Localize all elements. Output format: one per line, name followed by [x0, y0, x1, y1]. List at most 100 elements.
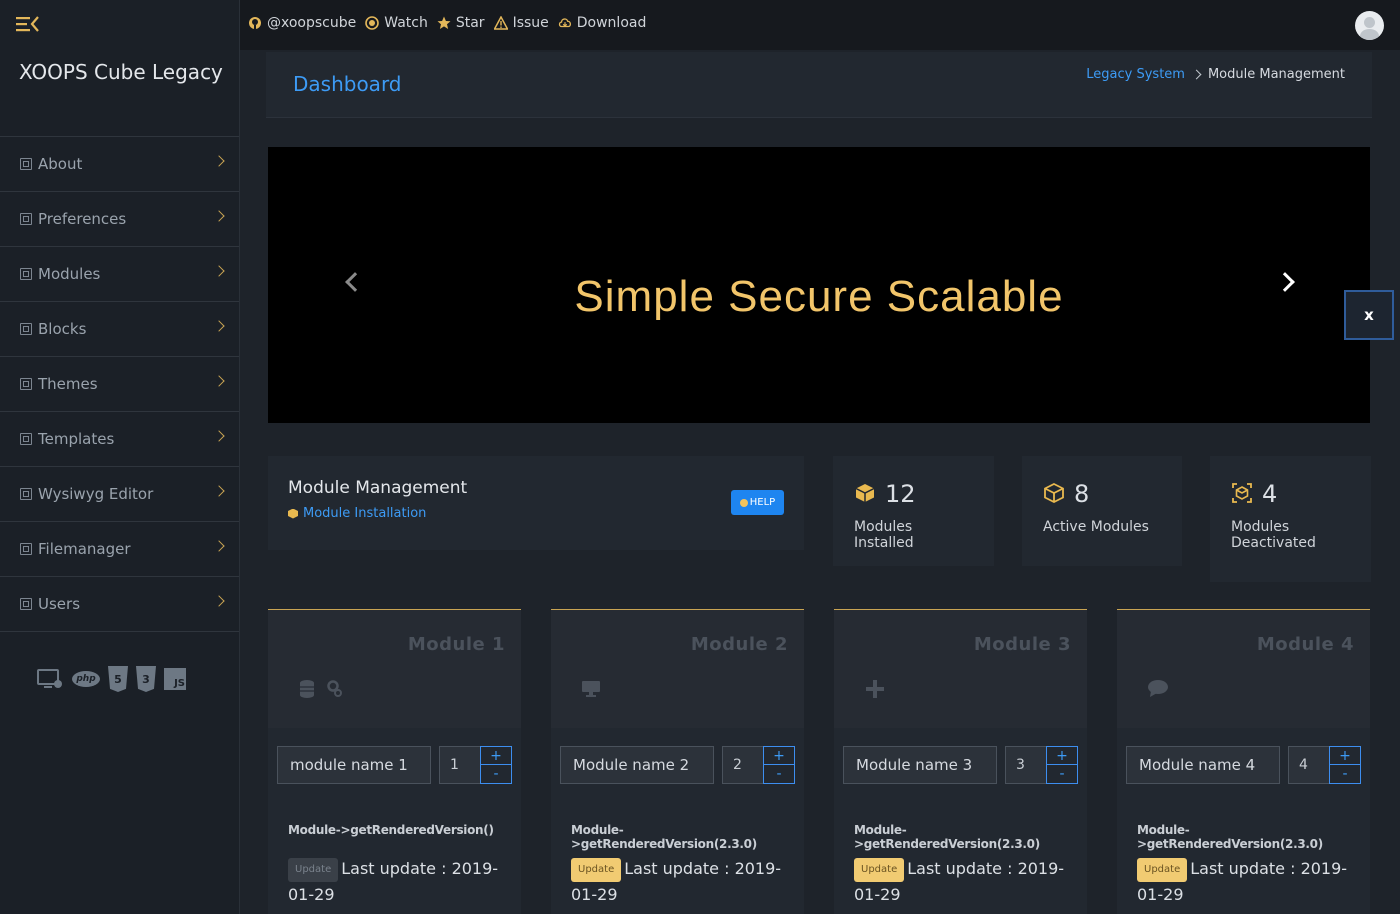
sidebar-item-modules[interactable]: Modules — [0, 247, 239, 302]
management-title: Module Management — [288, 478, 468, 498]
download-label: Download — [576, 15, 647, 31]
module-name-input[interactable]: Module name 2 — [560, 746, 714, 784]
module-card-header: Module 1 — [268, 610, 521, 728]
update-badge[interactable]: Update — [571, 857, 622, 882]
update-badge[interactable]: Update — [288, 857, 339, 882]
sidebar-item-label: Templates — [38, 430, 115, 448]
github-icon — [249, 17, 261, 29]
weight-stepper: + - — [1329, 746, 1361, 784]
module-name-input[interactable]: Module name 4 — [1126, 746, 1280, 784]
increment-button[interactable]: + — [481, 747, 511, 765]
decrement-button[interactable]: - — [481, 765, 511, 783]
increment-button[interactable]: + — [1047, 747, 1077, 765]
decrement-button[interactable]: - — [1330, 765, 1360, 783]
decrement-button[interactable]: - — [764, 765, 794, 783]
javascript-icon: JS — [164, 668, 186, 690]
stat-modules-deactivated: 4 Modules Deactivated — [1210, 456, 1371, 582]
module-weight-input[interactable]: 1 — [439, 746, 481, 784]
star-icon — [437, 16, 451, 29]
topbar: @xoopscube Watch Star Issue Download — [240, 0, 1400, 50]
module-weight-input[interactable]: 3 — [1005, 746, 1047, 784]
watch-label: Watch — [384, 15, 428, 31]
sidebar-item-label: Filemanager — [38, 540, 131, 558]
desktop-settings-icon — [37, 669, 62, 688]
module-card-header: Module 2 — [551, 610, 804, 728]
weight-stepper: + - — [763, 746, 795, 784]
brand-title[interactable]: XOOPS Cube Legacy — [19, 60, 223, 84]
module-last-update: Update Last update : 2019-01-29 — [571, 856, 791, 907]
module-weight-input[interactable]: 2 — [722, 746, 764, 784]
stat-label: Modules Deactivated — [1231, 519, 1316, 551]
sidebar-item-filemanager[interactable]: Filemanager — [0, 522, 239, 577]
sidebar-item-label: Blocks — [38, 320, 87, 338]
menu-square-icon — [20, 213, 32, 225]
sidebar-item-blocks[interactable]: Blocks — [0, 302, 239, 357]
breadcrumb-current: Module Management — [1207, 67, 1345, 82]
chevron-right-icon — [213, 430, 225, 442]
module-version: Module->getRenderedVersion() — [288, 823, 494, 837]
chevron-right-icon — [213, 320, 225, 332]
chevron-right-icon — [213, 155, 225, 167]
module-title: Module 2 — [690, 634, 788, 655]
menu-square-icon — [20, 598, 32, 610]
module-card-header: Module 3 — [834, 610, 1087, 728]
sidebar-item-label: Themes — [38, 375, 98, 393]
menu-square-icon — [20, 488, 32, 500]
menu-square-icon — [20, 433, 32, 445]
help-button[interactable]: HELP — [731, 490, 784, 515]
top-links: @xoopscube Watch Star Issue Download — [248, 15, 646, 31]
watch-link[interactable]: Watch — [365, 15, 428, 31]
cube-dashed-icon — [1232, 483, 1252, 503]
sidebar-item-label: Preferences — [38, 210, 127, 228]
chevron-right-icon — [213, 375, 225, 387]
decrement-button[interactable]: - — [1047, 765, 1077, 783]
github-label: @xoopscube — [267, 15, 357, 31]
issue-link[interactable]: Issue — [493, 15, 549, 31]
module-installation-label: Module Installation — [303, 506, 427, 521]
module-card-header: Module 4 — [1117, 610, 1370, 728]
menu-toggle-icon[interactable] — [16, 14, 40, 34]
module-version: Module->getRenderedVersion(2.3.0) — [1137, 823, 1323, 851]
module-card-4: Module 4 Module name 4 4 + - Module->get… — [1117, 609, 1370, 914]
cube-icon — [855, 484, 875, 502]
sidebar-item-about[interactable]: About — [0, 137, 239, 192]
module-title: Module 4 — [1256, 634, 1354, 655]
sidebar-item-templates[interactable]: Templates — [0, 412, 239, 467]
increment-button[interactable]: + — [764, 747, 794, 765]
chevron-right-icon — [1191, 69, 1202, 80]
module-last-update: Update Last update : 2019-01-29 — [854, 856, 1074, 907]
close-button[interactable]: x — [1344, 290, 1394, 340]
stat-label: Active Modules — [1043, 519, 1149, 535]
sidebar-item-wysiwyg-editor[interactable]: Wysiwyg Editor — [0, 467, 239, 522]
cloud-download-icon — [558, 18, 571, 28]
sidebar-item-users[interactable]: Users — [0, 577, 239, 632]
module-card-1: Module 1 module name 1 1 + - Module->get… — [268, 609, 521, 914]
module-weight-input[interactable]: 4 — [1288, 746, 1330, 784]
module-title: Module 1 — [407, 634, 505, 655]
github-link[interactable]: @xoopscube — [248, 15, 356, 31]
help-dot-icon — [739, 498, 748, 507]
increment-button[interactable]: + — [1330, 747, 1360, 765]
cube-outline-icon — [1044, 483, 1064, 503]
user-avatar[interactable] — [1355, 11, 1384, 40]
menu-square-icon — [20, 158, 32, 170]
sidebar-item-themes[interactable]: Themes — [0, 357, 239, 412]
module-management-card: Module Management Module Installation HE… — [268, 456, 804, 550]
module-name-input[interactable]: Module name 3 — [843, 746, 997, 784]
sidebar-item-preferences[interactable]: Preferences — [0, 192, 239, 247]
chevron-right-icon — [213, 485, 225, 497]
plus-icon — [866, 680, 884, 698]
module-name-input[interactable]: module name 1 — [277, 746, 431, 784]
stat-value: 12 — [885, 480, 916, 508]
update-badge[interactable]: Update — [854, 857, 905, 882]
download-link[interactable]: Download — [558, 15, 647, 31]
chevron-right-icon — [213, 540, 225, 552]
module-installation-link[interactable]: Module Installation — [288, 506, 426, 521]
star-link[interactable]: Star — [437, 15, 485, 31]
chevron-right-icon — [213, 265, 225, 277]
warning-icon — [493, 16, 508, 30]
breadcrumb-link-legacy-system[interactable]: Legacy System — [1086, 67, 1185, 82]
html5-icon: 5 — [108, 666, 128, 692]
update-badge[interactable]: Update — [1137, 857, 1188, 882]
help-label: HELP — [749, 497, 776, 508]
